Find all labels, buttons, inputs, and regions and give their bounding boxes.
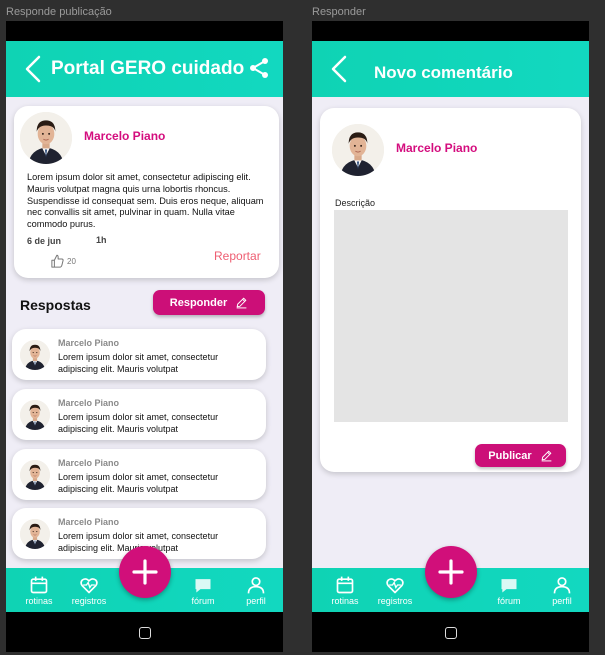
app-header: Novo comentário bbox=[312, 41, 589, 97]
description-label: Descrição bbox=[335, 198, 376, 208]
avatar bbox=[20, 112, 72, 164]
back-arrow-icon[interactable] bbox=[22, 54, 44, 84]
post-author[interactable]: Marcelo Piano bbox=[84, 129, 165, 143]
frame-label-right: Responder bbox=[312, 6, 366, 18]
nav-item-registros[interactable]: registros bbox=[64, 575, 114, 606]
avatar bbox=[20, 340, 50, 370]
nav-item-registros[interactable]: registros bbox=[370, 575, 420, 606]
home-button[interactable] bbox=[444, 627, 457, 639]
nav-item-rotinas[interactable]: rotinas bbox=[14, 575, 64, 606]
reply-item[interactable]: Marcelo Piano Lorem ipsum dolor sit amet… bbox=[12, 389, 266, 440]
plus-icon bbox=[131, 559, 158, 585]
page-title: Novo comentário bbox=[374, 63, 513, 82]
calendar-icon bbox=[336, 576, 354, 594]
reply-author: Marcelo Piano bbox=[58, 517, 120, 527]
publish-button-label: Publicar bbox=[488, 449, 532, 462]
reply-author: Marcelo Piano bbox=[58, 458, 120, 468]
nav-label: fórum bbox=[191, 596, 215, 606]
user-icon bbox=[247, 577, 265, 594]
heart-pulse-icon bbox=[80, 578, 98, 594]
reply-text: Lorem ipsum dolor sit amet, consectetur … bbox=[58, 412, 219, 434]
avatar bbox=[20, 400, 50, 430]
post-text: Lorem ipsum dolor sit amet, consectetur … bbox=[27, 172, 264, 230]
reply-item[interactable]: Marcelo Piano Lorem ipsum dolor sit amet… bbox=[12, 449, 266, 500]
phone-left: Portal GERO cuidado Marcelo Piano Lorem … bbox=[6, 21, 283, 652]
pencil-icon bbox=[236, 297, 247, 309]
thumbs-up-icon bbox=[51, 254, 64, 268]
reply-author: Marcelo Piano bbox=[58, 398, 120, 408]
reply-button[interactable]: Responder bbox=[153, 290, 265, 315]
description-input[interactable] bbox=[334, 210, 568, 422]
comment-form-card: Marcelo Piano Descrição Publicar bbox=[320, 108, 581, 472]
report-link[interactable]: Reportar bbox=[214, 249, 261, 263]
nav-item-forum[interactable]: fórum bbox=[178, 575, 228, 606]
add-fab-button[interactable] bbox=[118, 546, 171, 598]
screen-post-detail: Portal GERO cuidado Marcelo Piano Lorem … bbox=[6, 41, 283, 612]
home-button[interactable] bbox=[138, 627, 151, 639]
like-count: 20 bbox=[67, 257, 76, 266]
post-card: Marcelo Piano Lorem ipsum dolor sit amet… bbox=[14, 106, 279, 278]
avatar bbox=[20, 519, 50, 549]
replies-heading: Respostas bbox=[20, 297, 91, 313]
nav-item-perfil[interactable]: perfil bbox=[231, 575, 281, 606]
frame-label-left: Responde publicação bbox=[6, 6, 112, 18]
nav-label: fórum bbox=[497, 596, 521, 606]
user-icon bbox=[553, 577, 571, 594]
reply-author: Marcelo Piano bbox=[58, 338, 120, 348]
add-fab-button[interactable] bbox=[424, 546, 477, 598]
reply-item[interactable]: Marcelo Piano Lorem ipsum dolor sit amet… bbox=[12, 329, 266, 380]
post-time: 1h bbox=[96, 235, 107, 245]
phone-right: Novo comentário Marcelo Piano Descrição … bbox=[312, 21, 589, 652]
avatar bbox=[20, 460, 50, 490]
chat-icon bbox=[501, 579, 517, 593]
screen-new-comment: Novo comentário Marcelo Piano Descrição … bbox=[312, 41, 589, 612]
calendar-icon bbox=[30, 576, 48, 594]
reply-button-label: Responder bbox=[169, 296, 228, 309]
avatar bbox=[332, 124, 384, 176]
share-icon[interactable] bbox=[247, 56, 271, 80]
nav-item-forum[interactable]: fórum bbox=[484, 575, 534, 606]
nav-label: perfil bbox=[246, 596, 266, 606]
chat-icon bbox=[195, 579, 211, 593]
heart-pulse-icon bbox=[386, 578, 404, 594]
nav-label: perfil bbox=[552, 596, 572, 606]
nav-item-rotinas[interactable]: rotinas bbox=[320, 575, 370, 606]
post-date: 6 de jun bbox=[27, 236, 62, 246]
nav-label: registros bbox=[71, 596, 107, 606]
app-header: Portal GERO cuidado bbox=[6, 41, 283, 97]
reply-text: Lorem ipsum dolor sit amet, consectetur … bbox=[58, 352, 219, 374]
like-button[interactable]: 20 bbox=[50, 254, 76, 269]
plus-icon bbox=[437, 559, 464, 585]
nav-label: rotinas bbox=[25, 596, 53, 606]
back-arrow-icon[interactable] bbox=[328, 54, 350, 84]
nav-label: registros bbox=[377, 596, 413, 606]
reply-text: Lorem ipsum dolor sit amet, consectetur … bbox=[58, 472, 219, 494]
comment-author: Marcelo Piano bbox=[396, 141, 478, 155]
publish-button[interactable]: Publicar bbox=[475, 444, 566, 467]
nav-item-perfil[interactable]: perfil bbox=[537, 575, 587, 606]
pencil-icon bbox=[541, 450, 552, 462]
page-title: Portal GERO cuidado bbox=[51, 58, 245, 79]
nav-label: rotinas bbox=[331, 596, 359, 606]
